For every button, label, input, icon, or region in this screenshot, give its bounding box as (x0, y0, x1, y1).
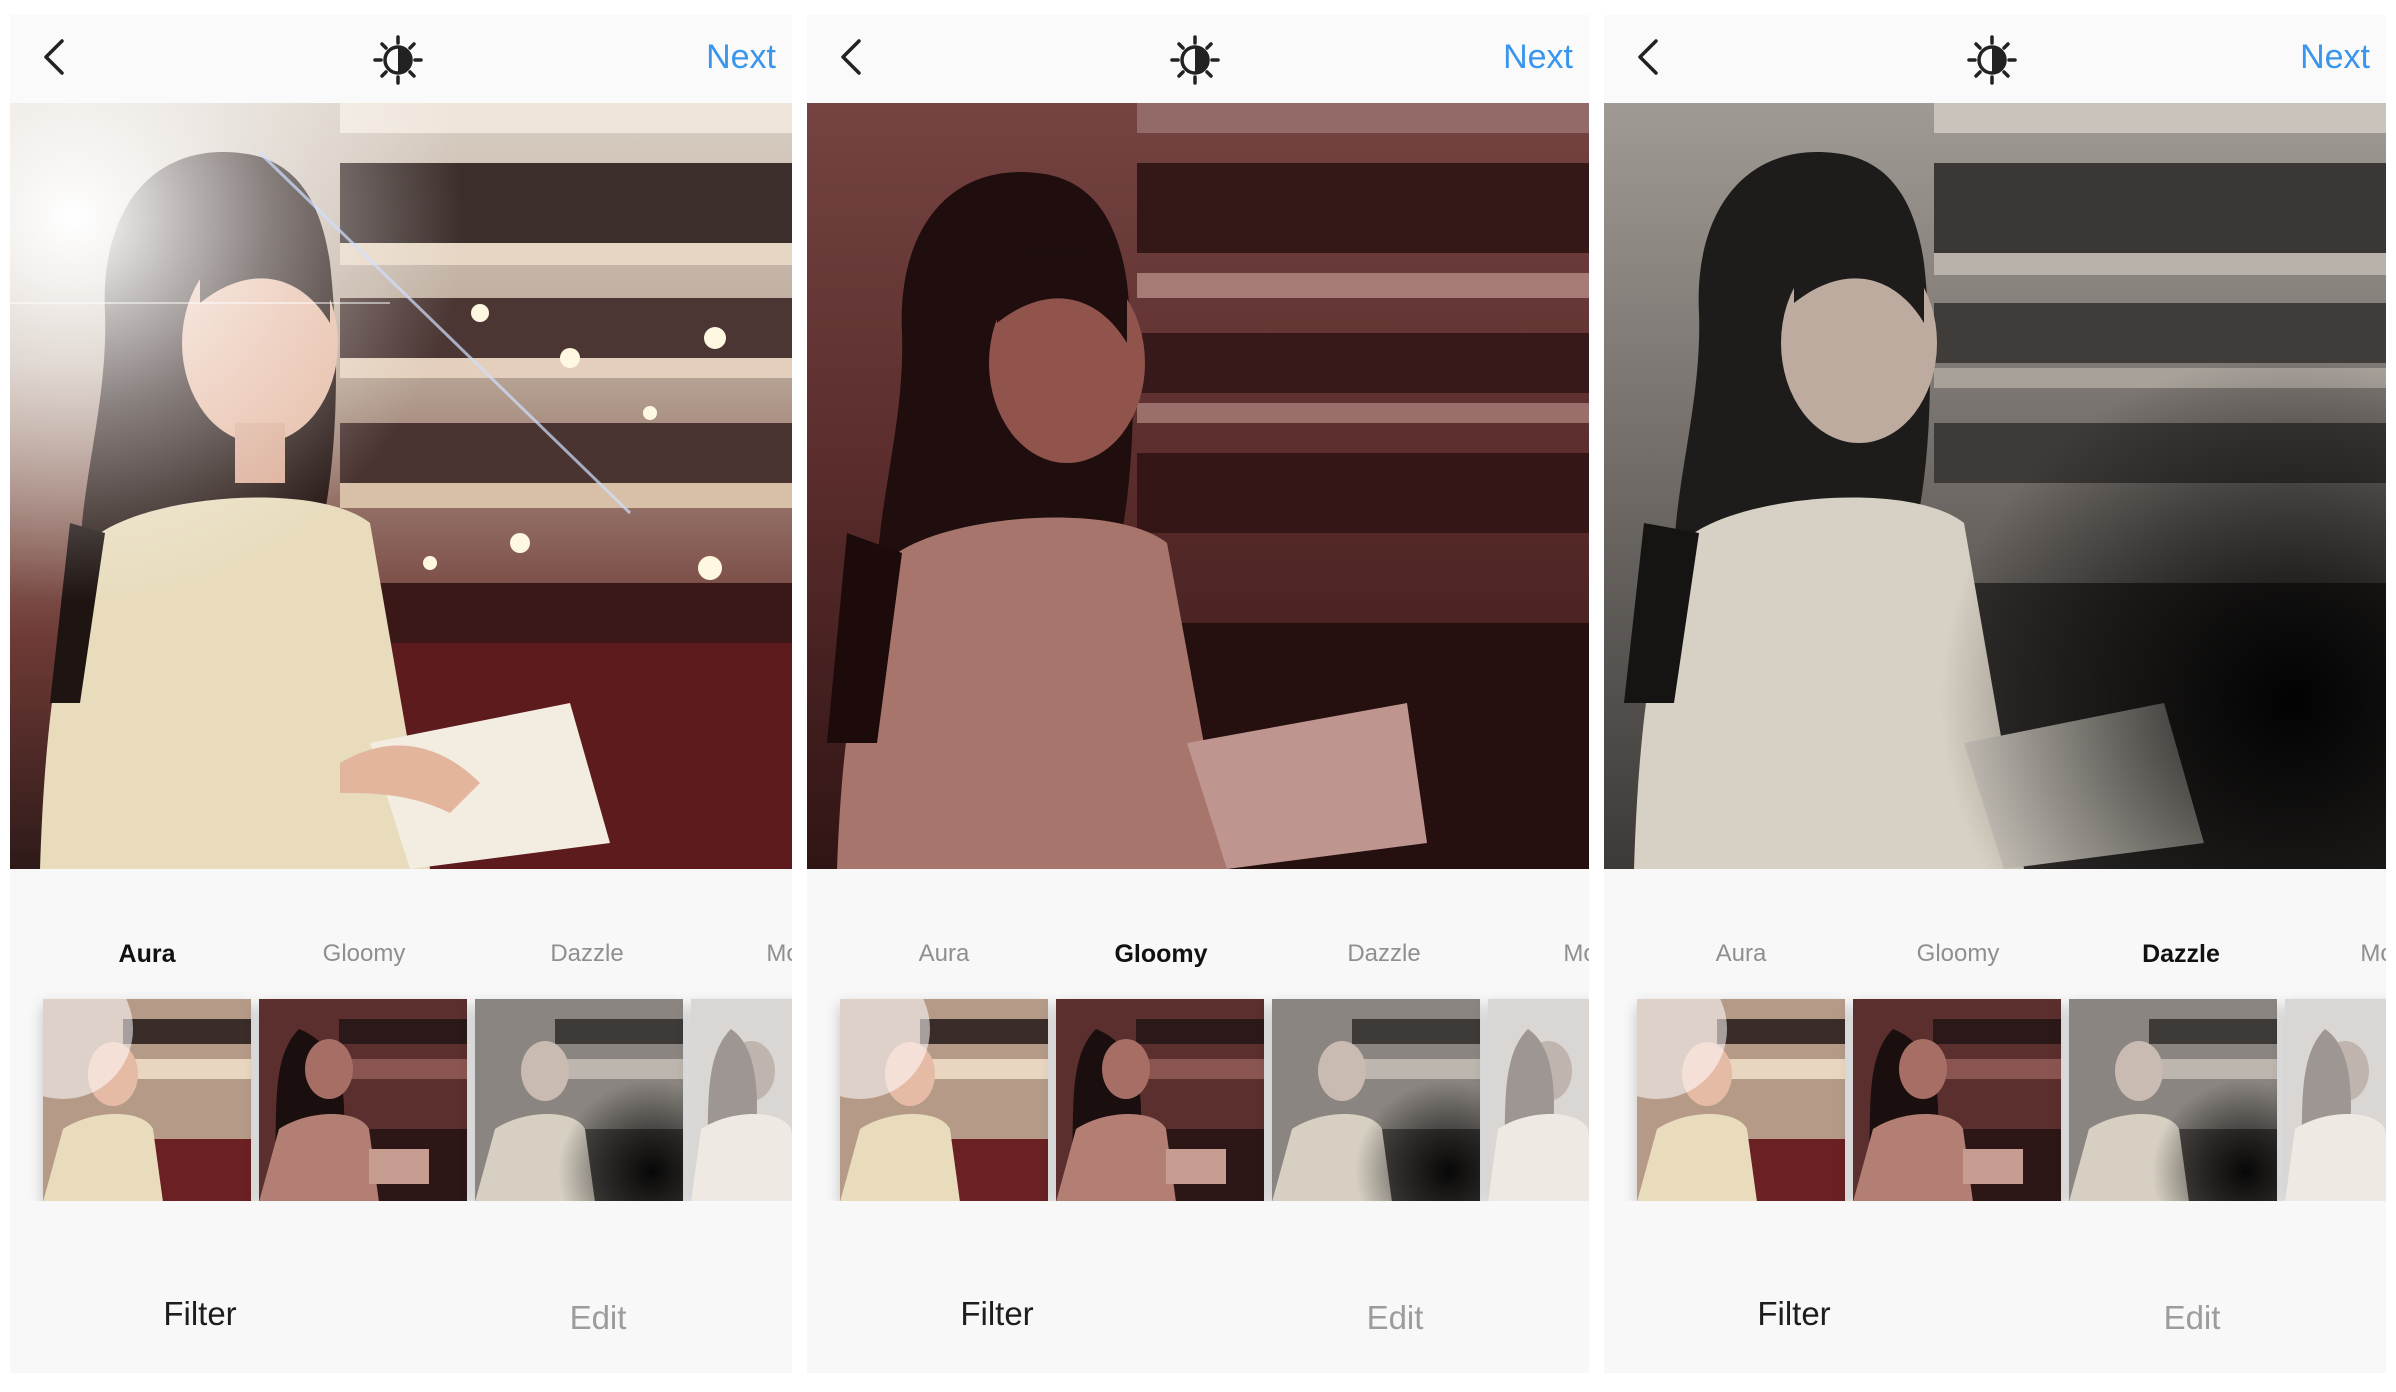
concert-hall-photo (807, 103, 1589, 869)
filter-thumb-aura[interactable] (43, 999, 251, 1201)
filter-label-dazzle[interactable]: Dazzle (550, 940, 623, 968)
photo-preview (10, 103, 792, 869)
back-button[interactable] (831, 35, 871, 79)
chevron-left-icon (1638, 39, 1658, 75)
tab-edit[interactable]: Edit (570, 1299, 627, 1337)
bottom-tabs: Filter Edit (807, 1295, 1589, 1355)
editor-panel-dazzle: Next Aura Gloomy Dazzle M Filter Edit (1604, 15, 2386, 1373)
filter-label-aura[interactable]: Aura (1716, 940, 1767, 968)
thumb-more-image (691, 999, 792, 1201)
filter-label-gloomy[interactable]: Gloomy (1114, 940, 1207, 969)
filter-label-gloomy[interactable]: Gloomy (1917, 940, 2000, 968)
chevron-left-icon (841, 39, 861, 75)
filter-thumb-more[interactable] (2285, 999, 2386, 1201)
thumb-more-image (1488, 999, 1589, 1201)
filter-thumbnails (10, 991, 792, 1201)
next-button[interactable]: Next (1503, 35, 1573, 79)
tab-filter[interactable]: Filter (960, 1295, 1033, 1333)
tab-edit[interactable]: Edit (1367, 1299, 1424, 1337)
thumb-dazzle-image (1272, 999, 1480, 1201)
filter-labels: Aura Gloomy Dazzle Mo (10, 940, 792, 980)
tab-filter[interactable]: Filter (163, 1295, 236, 1333)
back-button[interactable] (34, 35, 74, 79)
filter-thumb-aura[interactable] (1637, 999, 1845, 1201)
filter-label-dazzle[interactable]: Dazzle (1347, 940, 1420, 968)
tab-filter[interactable]: Filter (1757, 1295, 1830, 1333)
top-bar: Next (10, 15, 792, 103)
filter-label-more[interactable]: Mo (766, 940, 792, 968)
top-bar: Next (807, 15, 1589, 103)
thumb-aura-image (43, 999, 251, 1201)
brightness-contrast-icon (1170, 35, 1220, 85)
photo-preview (1604, 103, 2386, 869)
editor-panel-gloomy: Next Aura Gloomy Dazzle M Filter Edit (807, 15, 1589, 1373)
thumb-gloomy-image (1853, 999, 2061, 1201)
editor-panel-aura: Next Aura Gloomy Dazzle M Filter Edit (10, 15, 792, 1373)
filter-thumb-dazzle[interactable] (1272, 999, 1480, 1201)
back-button[interactable] (1628, 35, 1668, 79)
thumb-gloomy-image (259, 999, 467, 1201)
filter-label-more[interactable]: Mo (2360, 940, 2386, 968)
filter-thumb-gloomy[interactable] (1056, 999, 1264, 1201)
bottom-tabs: Filter Edit (10, 1295, 792, 1355)
filter-thumb-more[interactable] (1488, 999, 1589, 1201)
filter-label-aura[interactable]: Aura (919, 940, 970, 968)
filter-thumbnails (1604, 991, 2386, 1201)
concert-hall-photo (1604, 103, 2386, 869)
next-button[interactable]: Next (2300, 35, 2370, 79)
adjust-button[interactable] (1966, 34, 2018, 86)
adjust-button[interactable] (1169, 34, 1221, 86)
thumb-dazzle-image (2069, 999, 2277, 1201)
photo-preview (807, 103, 1589, 869)
filter-labels: Aura Gloomy Dazzle Mo (807, 940, 1589, 980)
thumb-gloomy-image (1056, 999, 1264, 1201)
filter-thumb-dazzle[interactable] (2069, 999, 2277, 1201)
filter-thumb-more[interactable] (691, 999, 792, 1201)
chevron-left-icon (44, 39, 64, 75)
concert-hall-photo (10, 103, 792, 869)
top-bar: Next (1604, 15, 2386, 103)
adjust-button[interactable] (372, 34, 424, 86)
filter-label-dazzle[interactable]: Dazzle (2142, 940, 2220, 969)
brightness-contrast-icon (373, 35, 423, 85)
filter-label-gloomy[interactable]: Gloomy (323, 940, 406, 968)
filter-thumbnails (807, 991, 1589, 1201)
filter-thumb-gloomy[interactable] (259, 999, 467, 1201)
thumb-aura-image (1637, 999, 1845, 1201)
thumb-more-image (2285, 999, 2386, 1201)
filter-thumb-gloomy[interactable] (1853, 999, 2061, 1201)
bottom-tabs: Filter Edit (1604, 1295, 2386, 1355)
filter-thumb-aura[interactable] (840, 999, 1048, 1201)
tab-edit[interactable]: Edit (2164, 1299, 2221, 1337)
thumb-dazzle-image (475, 999, 683, 1201)
filter-label-aura[interactable]: Aura (119, 940, 176, 969)
filter-labels: Aura Gloomy Dazzle Mo (1604, 940, 2386, 980)
brightness-contrast-icon (1967, 35, 2017, 85)
filter-label-more[interactable]: Mo (1563, 940, 1589, 968)
filter-thumb-dazzle[interactable] (475, 999, 683, 1201)
thumb-aura-image (840, 999, 1048, 1201)
next-button[interactable]: Next (706, 35, 776, 79)
